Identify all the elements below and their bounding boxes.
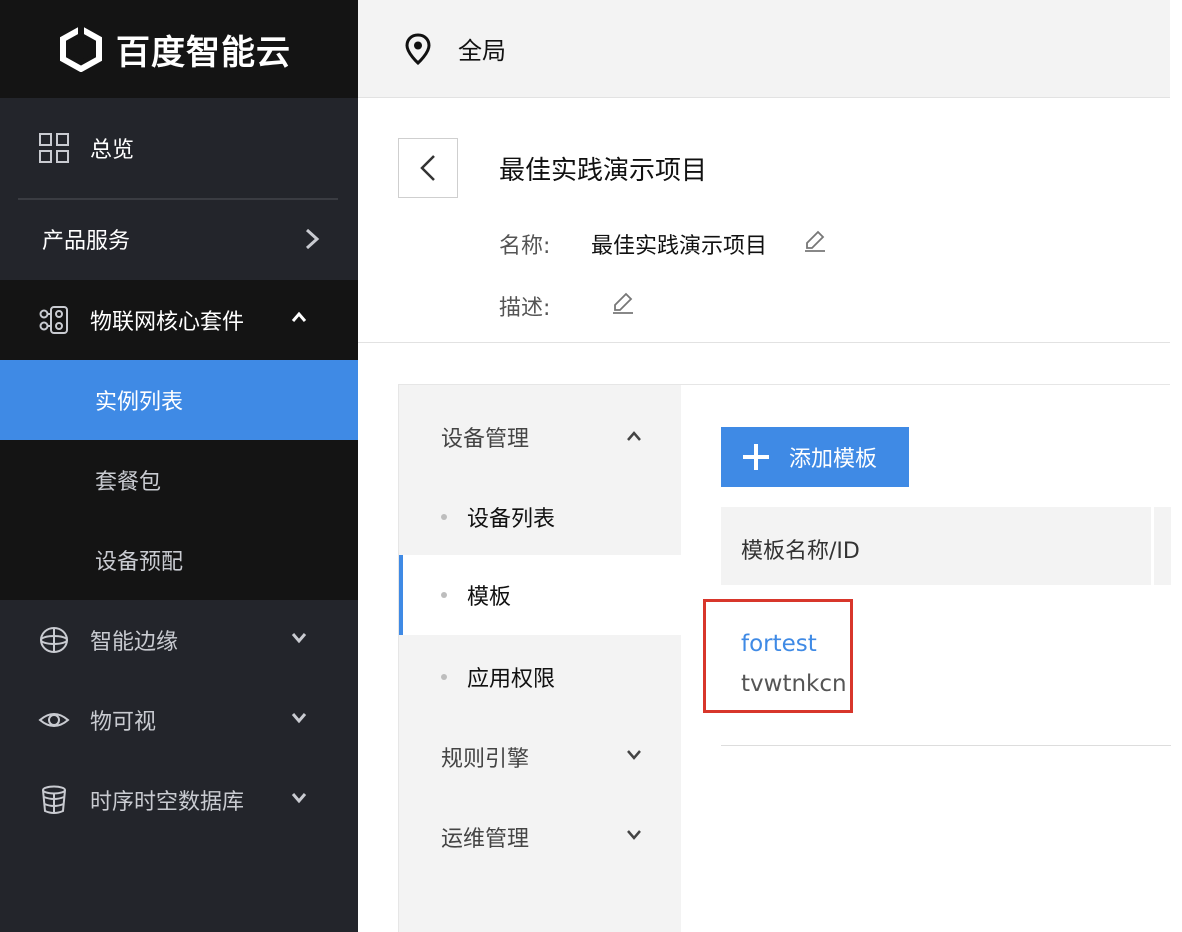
- sidebar-item-tsdb[interactable]: 时序时空数据库: [0, 760, 358, 840]
- subnav-item-label: 模板: [467, 585, 512, 610]
- eye-icon: [38, 713, 70, 727]
- chevron-up-icon[interactable]: [625, 429, 643, 443]
- location-pin-icon[interactable]: [404, 32, 432, 65]
- chevron-down-icon: [291, 793, 307, 804]
- baidu-cloud-logo-icon: [60, 26, 102, 72]
- chevron-up-icon: [291, 311, 307, 322]
- header-divider: [358, 342, 1170, 343]
- secondary-nav: 设备管理 设备列表 模板 应用权限 规则引擎 运维管理: [399, 385, 681, 932]
- sidebar-group-iot-core[interactable]: 物联网核心套件: [0, 280, 358, 360]
- subnav-item-template[interactable]: 模板: [399, 555, 681, 635]
- bullet-icon: [441, 592, 447, 598]
- bullet-icon: [441, 674, 447, 680]
- add-template-button[interactable]: 添加模板: [721, 427, 909, 487]
- description-label: 描述:: [499, 296, 551, 321]
- edit-description-icon[interactable]: [611, 290, 635, 314]
- sidebar-subitem-instances[interactable]: 实例列表: [0, 360, 358, 440]
- sidebar-subitem-provisioning[interactable]: 设备预配: [0, 520, 358, 600]
- subnav-group-ops-mgmt[interactable]: 运维管理: [441, 821, 529, 853]
- iot-core-icon: [39, 306, 68, 334]
- chevron-down-icon[interactable]: [625, 827, 643, 841]
- bullet-icon: [441, 514, 447, 520]
- add-template-label: 添加模板: [789, 447, 878, 472]
- database-icon: [42, 785, 66, 814]
- sidebar-item-label: 物联网核心套件: [90, 310, 245, 335]
- sidebar-subitem-packages[interactable]: 套餐包: [0, 440, 358, 520]
- page-title: 最佳实践演示项目: [499, 156, 708, 186]
- table-row-divider: [721, 745, 1171, 746]
- column-separator: [1151, 507, 1154, 585]
- sidebar-item-visual[interactable]: 物可视: [0, 680, 358, 760]
- sidebar-item-label: 智能边缘: [90, 630, 179, 655]
- content-card: 设备管理 设备列表 模板 应用权限 规则引擎 运维管理 添加模板 模板名称/ID…: [398, 384, 1171, 932]
- plus-icon: [743, 444, 769, 470]
- sidebar-item-label: 物可视: [90, 710, 157, 735]
- sidebar-item-label: 时序时空数据库: [90, 790, 245, 815]
- sidebar-item-label: 总览: [90, 138, 135, 163]
- subnav-item-label: 设备列表: [467, 507, 556, 532]
- brand-name: 百度智能云: [116, 32, 291, 73]
- subnav-group-rule-engine[interactable]: 规则引擎: [441, 741, 529, 773]
- grid-icon: [39, 133, 69, 163]
- region-selector[interactable]: 全局: [458, 31, 506, 66]
- chevron-down-icon[interactable]: [625, 747, 643, 761]
- highlight-box: [703, 599, 853, 713]
- edit-name-icon[interactable]: [803, 228, 827, 252]
- sidebar-item-products[interactable]: 产品服务: [0, 198, 358, 280]
- name-label: 名称:: [499, 234, 551, 259]
- edge-icon: [40, 627, 68, 653]
- back-button[interactable]: [398, 138, 458, 198]
- logo-bar: 百度智能云: [0, 0, 358, 98]
- name-value: 最佳实践演示项目: [591, 234, 768, 259]
- chevron-right-icon: [305, 228, 320, 250]
- sidebar-item-label: 产品服务: [42, 229, 131, 254]
- sidebar-subitem-label: 设备预配: [95, 550, 184, 575]
- subnav-item-app-permissions[interactable]: 应用权限: [399, 637, 681, 717]
- sidebar-item-overview[interactable]: 总览: [0, 98, 358, 198]
- sidebar-divider: [18, 198, 338, 200]
- sidebar-item-edge[interactable]: 智能边缘: [0, 600, 358, 680]
- sidebar-subitem-label: 实例列表: [95, 390, 184, 415]
- table-header: 模板名称/ID: [721, 507, 1171, 585]
- subnav-item-device-list[interactable]: 设备列表: [399, 477, 681, 557]
- sidebar-subitem-label: 套餐包: [95, 470, 162, 495]
- subnav-item-label: 应用权限: [467, 667, 556, 692]
- topbar: 全局: [358, 0, 1170, 98]
- chevron-down-icon: [291, 633, 307, 644]
- sidebar: 百度智能云 总览 产品服务 物联网核心套件 实例列表 套餐包 设备预配 智能边缘…: [0, 0, 358, 932]
- chevron-left-icon: [420, 155, 435, 181]
- subnav-group-device-mgmt[interactable]: 设备管理: [441, 421, 529, 453]
- chevron-down-icon: [291, 713, 307, 724]
- column-header-template-name: 模板名称/ID: [741, 539, 860, 564]
